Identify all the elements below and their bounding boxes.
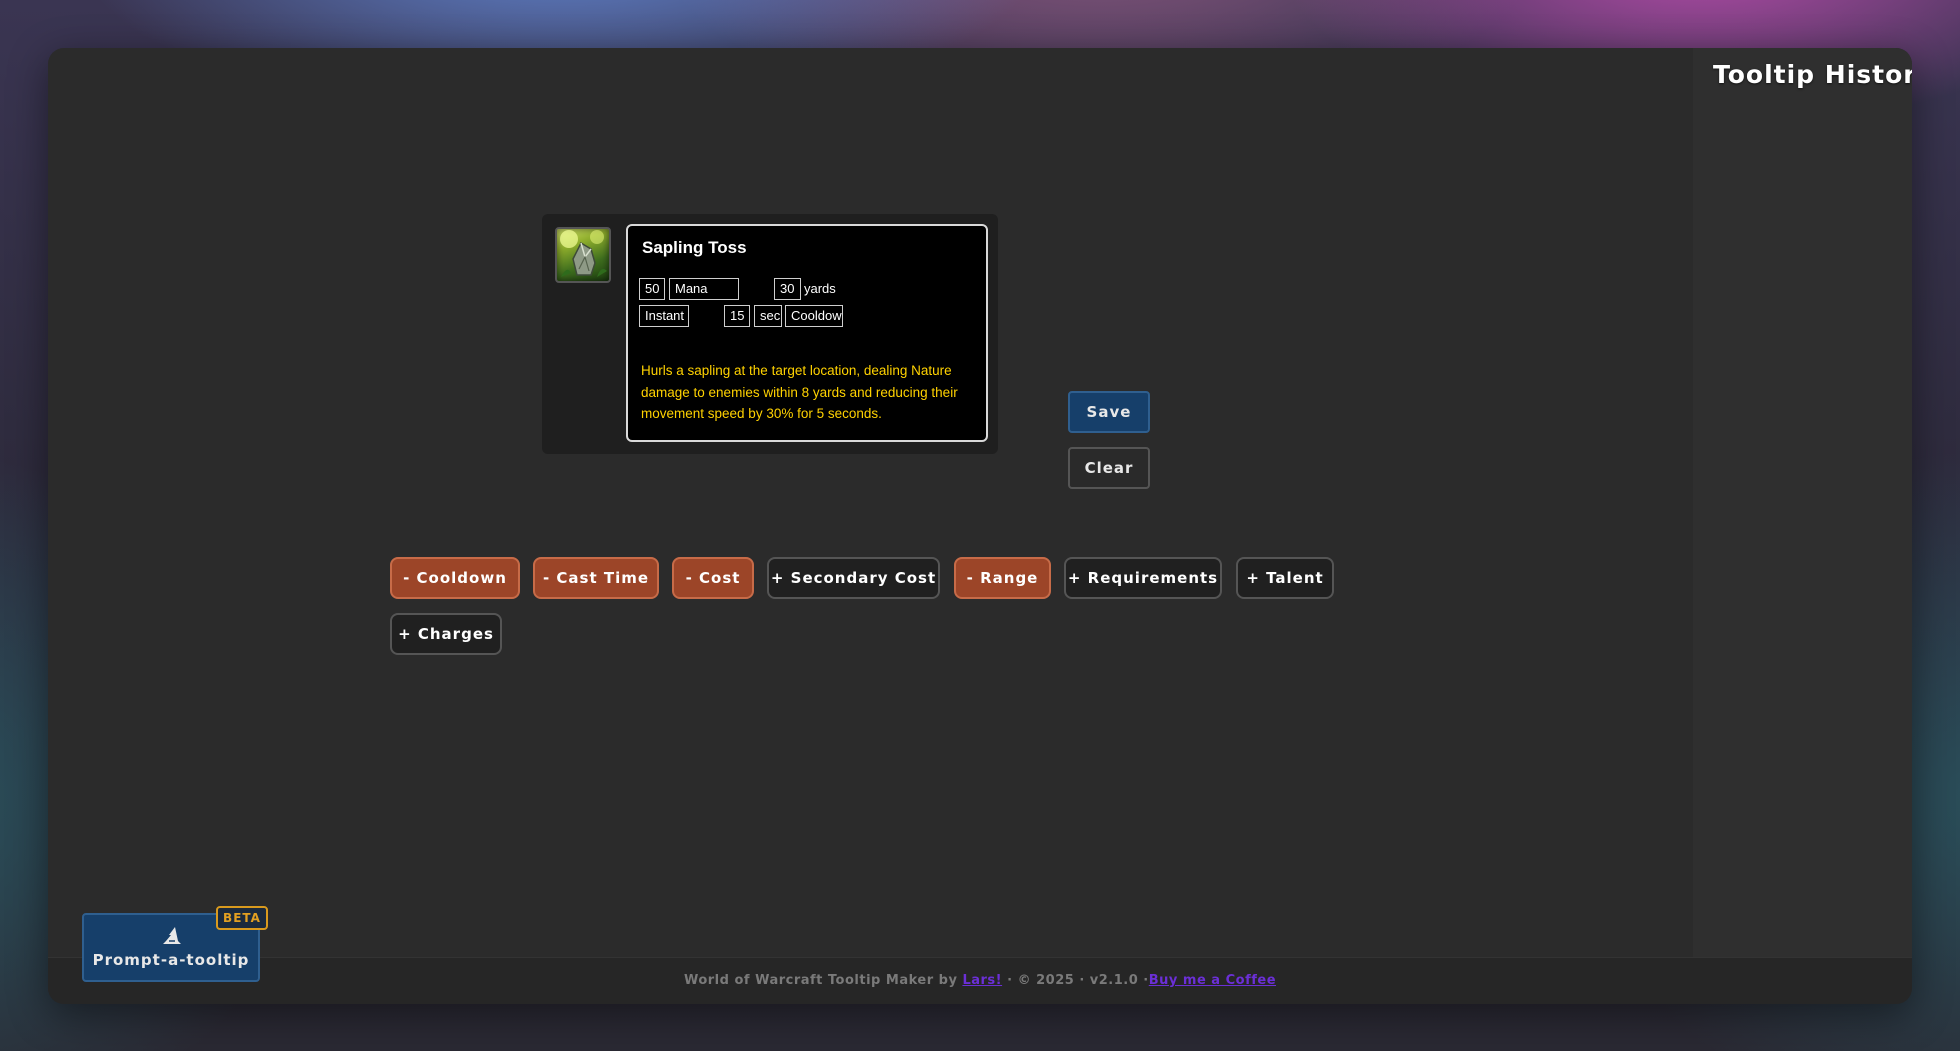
beta-badge: BETA <box>216 906 268 930</box>
sidebar-title: Tooltip History <box>1713 60 1912 89</box>
author-link[interactable]: Lars! <box>962 973 1002 988</box>
tooltip-history-sidebar: Tooltip History <box>1693 48 1912 958</box>
toggle-requirements-button[interactable]: + Requirements <box>1064 557 1222 599</box>
spell-name[interactable]: Sapling Toss <box>642 238 747 258</box>
prompt-a-tooltip-label: Prompt-a-tooltip <box>92 951 250 969</box>
clear-button[interactable]: Clear <box>1068 447 1150 489</box>
toggle-cost-button[interactable]: - Cost <box>672 557 754 599</box>
toggle-talent-button[interactable]: + Talent <box>1236 557 1334 599</box>
toggle-secondary-cost-button[interactable]: + Secondary Cost <box>767 557 940 599</box>
sapling-toss-spell-icon[interactable] <box>555 227 611 283</box>
save-button[interactable]: Save <box>1068 391 1150 433</box>
footer-version: · © 2025 · v2.1.0 · <box>1007 973 1149 988</box>
range-value-field[interactable]: 30 <box>774 278 801 300</box>
spell-description[interactable]: Hurls a sapling at the target location, … <box>641 360 977 425</box>
cast-time-field[interactable]: Instant <box>639 305 689 327</box>
app-window: Tooltip History World of Warcraft Toolti… <box>48 48 1912 1004</box>
buy-me-a-coffee-link[interactable]: Buy me a Coffee <box>1149 973 1276 988</box>
toggle-charges-button[interactable]: + Charges <box>390 613 502 655</box>
cooldown-label-field[interactable]: Cooldown <box>785 305 843 327</box>
footer: World of Warcraft Tooltip Maker by Lars!… <box>48 957 1912 1004</box>
toggle-cooldown-button[interactable]: - Cooldown <box>390 557 520 599</box>
range-unit-label: yards <box>804 281 836 296</box>
cooldown-unit-field[interactable]: sec <box>754 305 782 327</box>
spell-tooltip-preview: Sapling Toss 50 Mana 30 yards Instant 15… <box>626 224 988 442</box>
tooltip-editor: Sapling Toss 50 Mana 30 yards Instant 15… <box>542 214 998 454</box>
footer-credit: World of Warcraft Tooltip Maker by <box>683 973 958 988</box>
toggle-range-button[interactable]: - Range <box>954 557 1051 599</box>
toggle-cast-time-button[interactable]: - Cast Time <box>533 557 659 599</box>
cooldown-value-field[interactable]: 15 <box>724 305 750 327</box>
cost-resource-field[interactable]: Mana <box>669 278 739 300</box>
cost-amount-field[interactable]: 50 <box>639 278 665 300</box>
wizard-hat-icon <box>163 927 181 944</box>
